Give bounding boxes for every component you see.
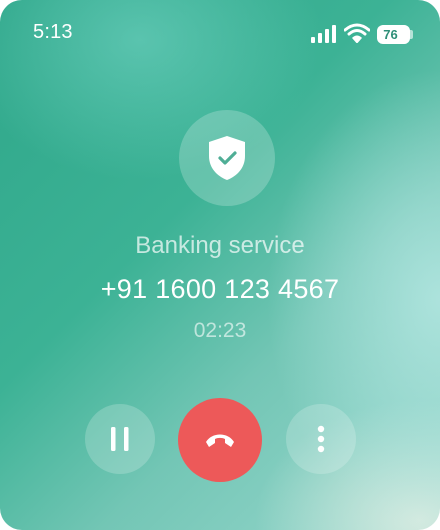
end-call-button[interactable]	[178, 398, 262, 482]
caller-number: +91 1600 123 4567	[100, 274, 340, 304]
call-screen: 5:13 76 Banking service +91 1600 123 456…	[0, 0, 440, 530]
battery-level: 76	[383, 27, 398, 42]
call-duration: 02:23	[193, 319, 247, 342]
caller-name: Banking service	[135, 232, 305, 259]
signal-icon	[311, 25, 339, 43]
verified-badge	[179, 110, 275, 206]
more-vertical-icon	[317, 425, 325, 453]
pause-icon	[111, 427, 129, 451]
phone-hangup-icon	[206, 434, 234, 447]
more-options-button[interactable]	[286, 404, 356, 474]
status-bar: 5:13 76	[0, 0, 440, 66]
battery-icon: 76	[377, 25, 410, 44]
status-time: 5:13	[33, 21, 73, 43]
wifi-icon	[344, 23, 370, 43]
hold-button[interactable]	[85, 404, 155, 474]
shield-check-icon	[209, 136, 245, 180]
battery-tip	[410, 30, 413, 39]
